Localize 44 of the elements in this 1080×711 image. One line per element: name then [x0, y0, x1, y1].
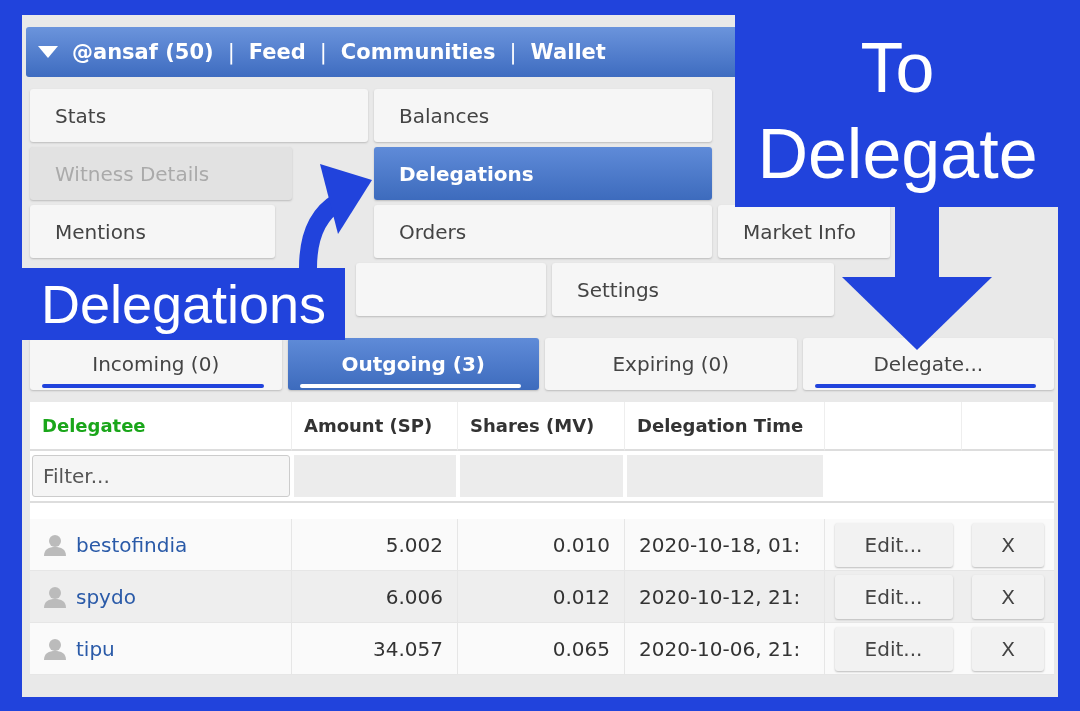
filter-field[interactable]: Filter... — [32, 455, 290, 497]
menu-button[interactable]: Stats — [30, 89, 368, 142]
tab[interactable]: Incoming (0) — [30, 338, 282, 390]
delegatee-link[interactable]: spydo — [76, 584, 136, 609]
user-icon — [44, 533, 66, 556]
tab[interactable]: Expiring (0) — [545, 338, 797, 390]
remove-button[interactable]: X — [972, 522, 1044, 567]
amount-text: 5.002 — [385, 532, 443, 557]
time-text: 2020-10-18, 01: — [639, 532, 801, 557]
menu-button[interactable]: Mentions — [30, 205, 275, 258]
nav-separator: | — [319, 40, 327, 64]
tab[interactable]: Delegate... — [802, 338, 1054, 390]
annotation-label: To Delegate — [735, 15, 1060, 207]
dropdown-caret-icon[interactable] — [38, 46, 58, 58]
annotation-label: Delegations — [22, 268, 345, 340]
edit-button[interactable]: Edit... — [834, 626, 953, 671]
column-header[interactable]: Amount (SP) — [292, 402, 458, 451]
nav-link[interactable]: @ansaf (50) — [72, 40, 214, 64]
remove-button[interactable]: X — [972, 626, 1044, 671]
amount-text: 34.057 — [373, 636, 443, 661]
nav-link[interactable]: Communities — [340, 40, 496, 64]
nav-separator: | — [227, 40, 235, 64]
time-text: 2020-10-12, 21: — [639, 584, 801, 609]
tab[interactable]: Outgoing (3) — [287, 338, 539, 390]
shares-text: 0.012 — [552, 584, 610, 609]
menu-button[interactable]: Orders — [374, 205, 712, 258]
column-header[interactable]: Shares (MV) — [458, 402, 625, 451]
time-text: 2020-10-06, 21: — [639, 636, 801, 661]
delegatee-link[interactable]: tipu — [76, 636, 115, 661]
remove-button[interactable]: X — [972, 574, 1044, 619]
menu-button[interactable]: Market Info — [718, 205, 890, 258]
shares-text: 0.010 — [552, 532, 610, 557]
menu-button[interactable]: Delegations — [374, 147, 712, 200]
user-icon — [44, 585, 66, 608]
nav-link[interactable]: Feed — [248, 40, 306, 64]
edit-button[interactable]: Edit... — [834, 574, 953, 619]
shares-text: 0.065 — [552, 636, 610, 661]
menu-button[interactable]: Settings — [552, 263, 834, 316]
amount-text: 6.006 — [385, 584, 443, 609]
edit-button[interactable]: Edit... — [834, 522, 953, 567]
menu-button[interactable]: Balances — [374, 89, 712, 142]
nav-separator: | — [509, 40, 517, 64]
user-icon — [44, 637, 66, 660]
nav-link[interactable]: Wallet — [530, 40, 606, 64]
